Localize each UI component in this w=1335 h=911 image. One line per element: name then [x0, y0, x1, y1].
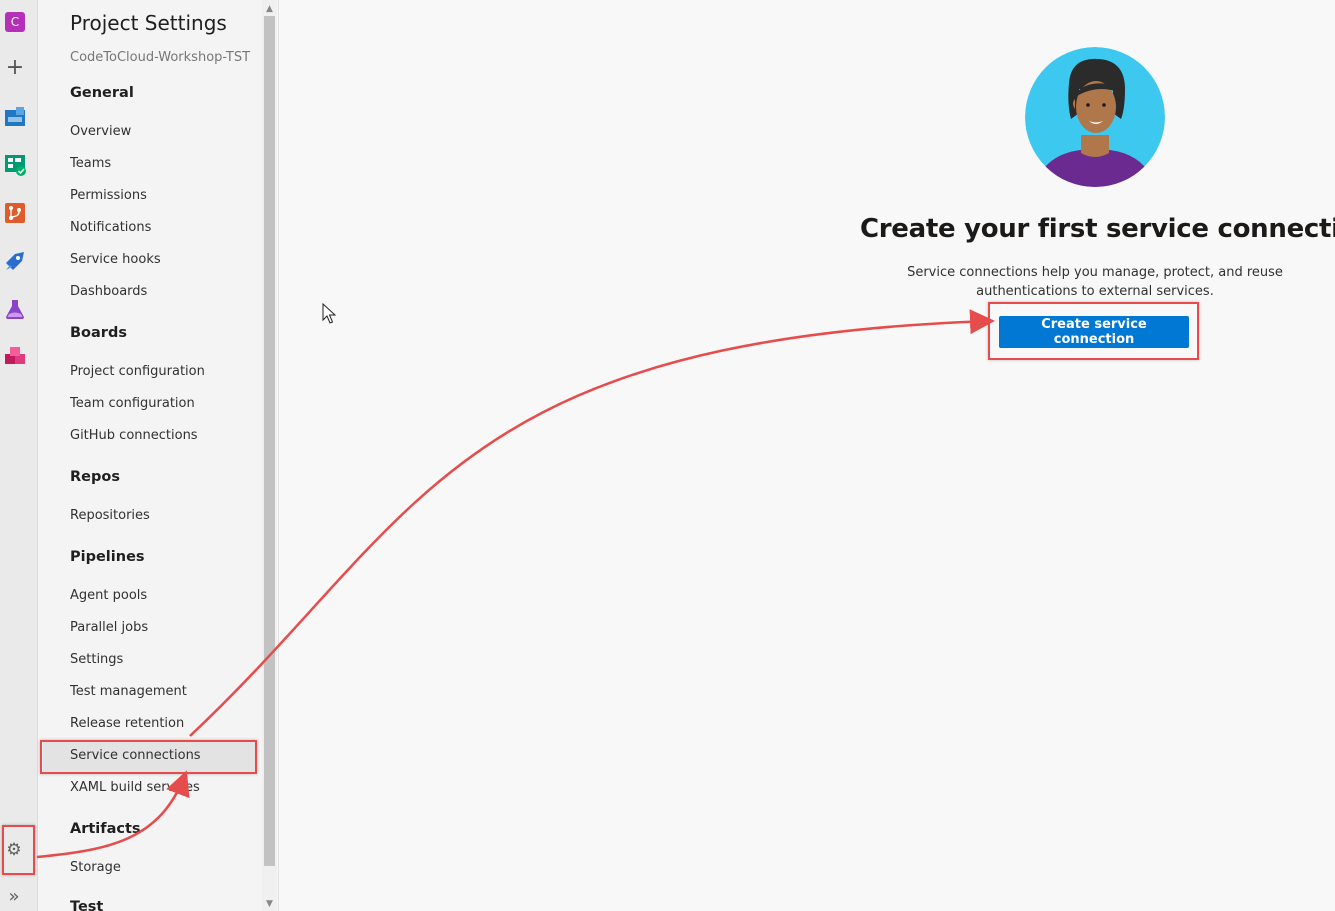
overview-icon[interactable]	[3, 105, 27, 129]
boards-icon[interactable]	[3, 153, 27, 177]
annotation-highlight-service-connections	[40, 740, 257, 774]
empty-state-avatar-illustration	[1025, 47, 1165, 187]
nav-item-github-connections[interactable]: GitHub connections	[70, 428, 198, 443]
nav-item-team-configuration[interactable]: Team configuration	[70, 396, 195, 411]
section-repos: Repos	[70, 469, 120, 485]
nav-item-project-configuration[interactable]: Project configuration	[70, 364, 205, 379]
sidebar-title: Project Settings	[70, 11, 227, 35]
nav-item-repositories[interactable]: Repositories	[70, 508, 150, 523]
test-plans-icon[interactable]	[3, 297, 27, 321]
nav-item-dashboards[interactable]: Dashboards	[70, 284, 147, 299]
section-artifacts: Artifacts	[70, 821, 141, 837]
expand-chevrons-icon[interactable]: »	[2, 884, 26, 908]
nav-item-notifications[interactable]: Notifications	[70, 220, 151, 235]
nav-item-xaml-build-services[interactable]: XAML build services	[70, 780, 200, 795]
annotation-highlight-settings-gear	[2, 825, 35, 875]
nav-item-release-retention[interactable]: Release retention	[70, 716, 184, 731]
project-settings-sidebar: Project Settings CodeToCloud-Workshop-TS…	[38, 0, 262, 911]
organization-avatar[interactable]: C	[3, 10, 27, 34]
annotation-highlight-create-button	[988, 302, 1199, 360]
artifacts-icon[interactable]	[3, 345, 27, 369]
pipelines-icon[interactable]	[3, 249, 27, 273]
mouse-cursor-icon	[322, 303, 336, 324]
section-pipelines: Pipelines	[70, 549, 145, 565]
plus-icon[interactable]: +	[3, 56, 27, 80]
empty-state-description: Service connections help you manage, pro…	[907, 265, 1283, 299]
nav-item-parallel-jobs[interactable]: Parallel jobs	[70, 620, 148, 635]
org-initial: C	[5, 12, 25, 32]
nav-item-permissions[interactable]: Permissions	[70, 188, 147, 203]
scroll-down-arrow-icon[interactable]: ▼	[262, 897, 277, 911]
main-content	[279, 0, 1335, 911]
scroll-up-arrow-icon[interactable]: ▲	[262, 2, 277, 16]
repos-icon[interactable]	[3, 201, 27, 225]
navigation-rail: C + ⚙ »	[0, 0, 38, 911]
section-general: General	[70, 85, 134, 101]
nav-item-service-hooks[interactable]: Service hooks	[70, 252, 161, 267]
sidebar-scrollbar-thumb[interactable]	[264, 16, 275, 866]
project-name: CodeToCloud-Workshop-TST	[70, 50, 251, 65]
nav-item-teams[interactable]: Teams	[70, 156, 111, 171]
nav-item-test-management[interactable]: Test management	[70, 684, 187, 699]
empty-state-heading: Create your first service connection	[860, 214, 1335, 244]
nav-item-agent-pools[interactable]: Agent pools	[70, 588, 147, 603]
section-test: Test	[70, 899, 104, 911]
nav-item-overview[interactable]: Overview	[70, 124, 131, 139]
nav-item-settings[interactable]: Settings	[70, 652, 123, 667]
section-boards: Boards	[70, 325, 127, 341]
nav-item-storage[interactable]: Storage	[70, 860, 121, 875]
